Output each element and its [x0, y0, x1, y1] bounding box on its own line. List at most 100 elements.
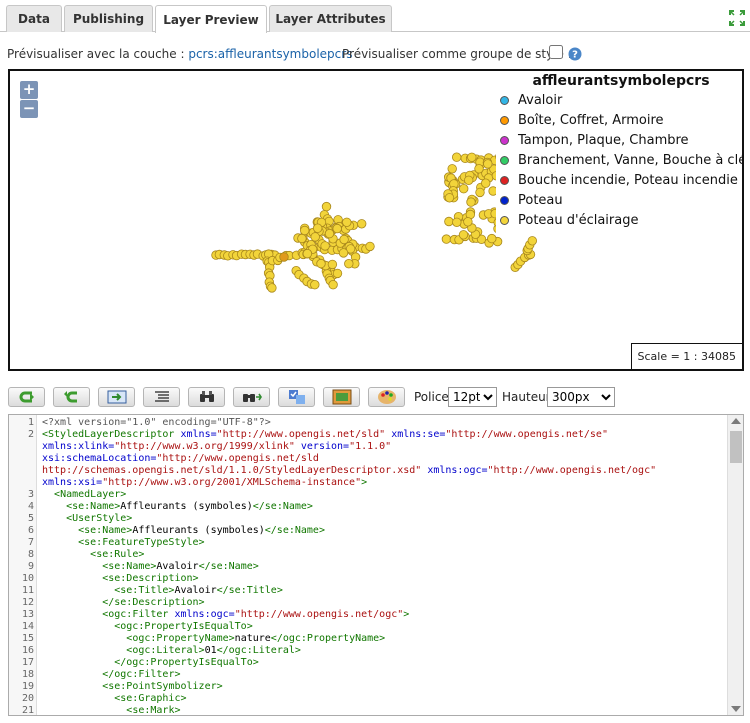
scroll-up-icon[interactable] — [731, 418, 741, 424]
code-line: xmlns:xlink="http://www.w3.org/1999/xlin… — [9, 441, 727, 453]
svg-text:?: ? — [572, 50, 578, 61]
redo-button[interactable] — [53, 387, 90, 407]
legend-label: Poteau d'éclairage — [518, 212, 639, 228]
line-number: 21 — [21, 705, 34, 716]
legend-swatch-icon — [500, 195, 509, 205]
height-label: Hauteur — [502, 390, 551, 404]
map-feature-point — [458, 230, 469, 240]
code-line: 4 <se:Name>Affleurants (symboles)</se:Na… — [9, 501, 727, 513]
legend-label: Branchement, Vanne, Bouche à clé — [518, 152, 744, 168]
map-feature-point — [342, 217, 352, 228]
tab-data[interactable]: Data — [6, 5, 62, 32]
undo-button[interactable] — [8, 387, 45, 407]
legend-item: Branchement, Vanne, Bouche à clé — [500, 151, 744, 169]
font-size-select[interactable]: 12pt — [448, 387, 497, 407]
find-icon — [199, 391, 214, 402]
code-line: 1 <?xml version="1.0" encoding="UTF-8"?> — [9, 417, 727, 429]
line-number: 12 — [21, 597, 34, 608]
scroll-down-icon[interactable] — [731, 706, 741, 712]
find-button[interactable] — [188, 387, 225, 407]
map-feature-point — [459, 183, 469, 194]
code-text: <se:PointSymbolizer> — [102, 681, 223, 692]
map-feature-point — [357, 219, 367, 229]
legend-swatch-icon — [500, 135, 509, 145]
code-line: 20 <se:Graphic> — [9, 693, 727, 705]
line-number: 19 — [21, 681, 34, 692]
code-line: 5 <UserStyle> — [9, 513, 727, 525]
code-line: 9 <se:Name>Avaloir</se:Name> — [9, 561, 727, 573]
map-legend: affleurantsymbolepcrs Avaloir Boîte, Coff… — [496, 71, 744, 235]
preview-layer-link[interactable]: pcrs:affleurantsymbolepcrs — [188, 47, 352, 61]
map-feature-point — [444, 193, 455, 203]
code-line: 13 <ogc:Filter xmlns:ogc="http://www.ope… — [9, 609, 727, 621]
legend-swatch-icon — [500, 155, 509, 165]
code-line: 21 <se:Mark> — [9, 705, 727, 716]
code-text: <se:Name>Affleurants (symboles)</se:Name… — [78, 525, 325, 536]
code-text: </se:Description> — [102, 597, 205, 608]
help-icon[interactable]: ? — [568, 47, 582, 61]
code-line: 15 <ogc:PropertyName>nature</ogc:Propert… — [9, 633, 727, 645]
preview-group-checkbox[interactable] — [549, 45, 563, 59]
map-feature-point — [321, 201, 332, 212]
code-text: xmlns:xlink="http://www.w3.org/1999/xlin… — [42, 441, 392, 452]
map-feature-point — [324, 228, 335, 239]
line-number: 17 — [21, 657, 34, 668]
code-line: 2 <StyledLayerDescriptor xmlns="http://ww… — [9, 429, 727, 441]
code-text: http://schemas.opengis.net/sld/1.1.0/Sty… — [42, 465, 657, 476]
code-text: </ogc:Filter> — [102, 669, 181, 680]
map-preview[interactable]: + − affleurantsymbolepcrs Avaloir Boîte, … — [8, 69, 744, 371]
legend-item: Poteau d'éclairage — [500, 211, 639, 229]
editor-toolbar: Police 12pt Hauteur 300px — [8, 387, 748, 409]
zoom-out-button[interactable]: − — [20, 100, 38, 118]
map-feature-point — [452, 152, 462, 162]
line-number: 15 — [21, 633, 34, 644]
code-text: <ogc:Literal>01</ogc:Literal> — [126, 645, 301, 656]
code-text: <se:Title>Avaloir</se:Title> — [114, 585, 283, 596]
map-feature-point — [452, 217, 462, 228]
sld-code-editor[interactable]: 1 <?xml version="1.0" encoding="UTF-8"?> 2… — [8, 414, 744, 716]
editor-scrollbar[interactable] — [727, 415, 743, 715]
format-button[interactable] — [143, 387, 180, 407]
legend-item: Boîte, Coffret, Armoire — [500, 111, 664, 129]
map-feature-point — [467, 152, 477, 163]
color-palette-button[interactable] — [368, 387, 405, 407]
map-feature-point — [338, 248, 349, 258]
code-line: 10 <se:Description> — [9, 573, 727, 585]
line-number — [9, 465, 34, 477]
code-text: xsi:schemaLocation="http://www.opengis.n… — [42, 453, 319, 464]
line-number: 7 — [27, 537, 34, 548]
line-number: 9 — [27, 561, 34, 572]
color-palette-icon — [377, 390, 396, 404]
tab-layer-attributes[interactable]: Layer Attributes — [269, 5, 392, 32]
redo-icon — [63, 391, 77, 403]
map-feature-point — [327, 259, 338, 270]
code-content[interactable]: 1 <?xml version="1.0" encoding="UTF-8"?> 2… — [9, 417, 727, 716]
scroll-thumb[interactable] — [730, 431, 742, 463]
map-feature-point — [441, 234, 452, 244]
replace-button[interactable] — [233, 387, 270, 407]
code-line: 11 <se:Title>Avaloir</se:Title> — [9, 585, 727, 597]
validate-button[interactable] — [278, 387, 315, 407]
fullscreen-icon[interactable] — [728, 9, 746, 27]
line-number: 1 — [27, 417, 34, 428]
preview-image-button[interactable] — [323, 387, 360, 407]
code-line: 8 <se:Rule> — [9, 549, 727, 561]
map-feature-point — [481, 178, 491, 188]
line-number: 5 — [27, 513, 34, 524]
line-number: 18 — [21, 669, 34, 680]
map-feature-point — [344, 258, 354, 269]
line-number: 11 — [21, 585, 34, 596]
map-feature-point — [463, 217, 473, 227]
height-select[interactable]: 300px — [547, 387, 615, 407]
tab-publishing[interactable]: Publishing — [64, 5, 153, 32]
goto-line-button[interactable] — [98, 387, 135, 407]
legend-title: affleurantsymbolepcrs — [532, 73, 710, 89]
zoom-in-button[interactable]: + — [20, 81, 38, 99]
code-line: 6 <se:Name>Affleurants (symboles)</se:Na… — [9, 525, 727, 537]
map-feature-point — [365, 241, 375, 252]
preview-group-label: Prévisualiser comme groupe de style : — [342, 47, 572, 61]
code-text: <se:Rule> — [90, 549, 145, 560]
goto-line-icon — [107, 390, 126, 404]
preview-image-icon — [332, 389, 351, 405]
tab-layer-preview[interactable]: Layer Preview — [155, 5, 267, 33]
